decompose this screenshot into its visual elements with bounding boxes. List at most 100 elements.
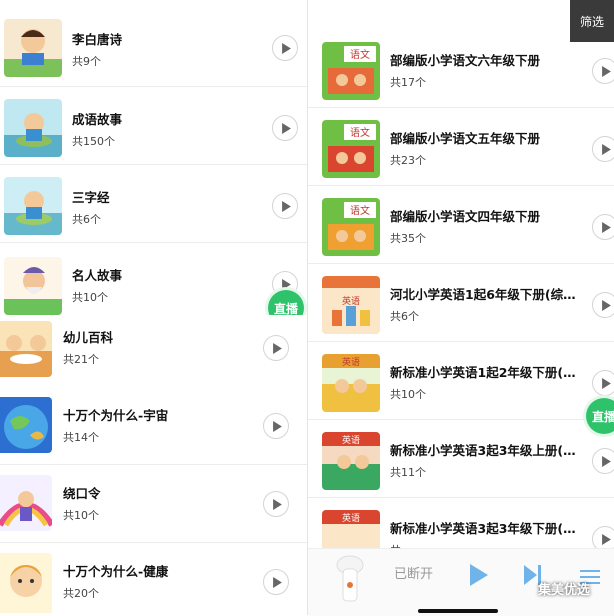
item-count: 共10个: [390, 388, 426, 401]
item-title: 新标准小学英语3起3年级下册(综...: [390, 521, 580, 536]
list-item[interactable]: 李白唐诗 共9个: [0, 9, 307, 87]
item-title: 新标准小学英语1起2年级下册(综...: [390, 365, 580, 380]
english-textbook-thumbnail: 英语: [322, 276, 380, 334]
svg-text:英语: 英语: [342, 356, 360, 368]
boy-reading-book-thumbnail: [4, 19, 62, 77]
item-title: 成语故事: [72, 112, 123, 127]
watermark-label: 集美优选: [538, 583, 591, 598]
play-button[interactable]: [263, 413, 289, 439]
boy-on-rock-thumbnail: [4, 99, 62, 157]
item-count: 共11个: [390, 466, 426, 479]
svg-text:英语: 英语: [342, 512, 360, 524]
list-item[interactable]: 英语 河北小学英语1起6年级下册(综合... 共6个: [308, 264, 614, 342]
item-count: 共23个: [390, 154, 426, 167]
svg-text:英语: 英语: [342, 295, 360, 307]
list-item[interactable]: 三字经 共6个: [0, 165, 307, 243]
item-title: 名人故事: [72, 268, 123, 283]
item-title: 三字经: [72, 190, 110, 205]
top-left-panel: 李白唐诗 共9个 成语故事 共150个 三字经 共6个 名人故事 共10个 直播: [0, 0, 307, 315]
play-icon: [601, 533, 611, 545]
play-icon: [601, 455, 611, 467]
list-item[interactable]: 语文 部编版小学语文六年级下册 共17个: [308, 30, 614, 108]
play-button[interactable]: [592, 448, 614, 474]
girl-rainbow-thumbnail: [0, 475, 52, 531]
item-title: 部编版小学语文六年级下册: [390, 53, 541, 68]
home-indicator: [418, 609, 498, 613]
play-button[interactable]: [272, 193, 298, 219]
list-item[interactable]: 英语 新标准小学英语3起3年级上册(综... 共11个: [308, 420, 614, 498]
item-title: 李白唐诗: [72, 32, 123, 47]
play-button[interactable]: [272, 35, 298, 61]
play-button[interactable]: [592, 214, 614, 240]
list-item[interactable]: 语文 部编版小学语文五年级下册 共23个: [308, 108, 614, 186]
svg-text:语文: 语文: [350, 48, 370, 61]
old-man-thumbnail: [4, 257, 62, 315]
svg-text:语文: 语文: [350, 204, 370, 217]
list-item[interactable]: 十万个为什么-健康 共20个: [0, 543, 307, 615]
item-title: 十万个为什么-健康: [63, 564, 169, 579]
play-button[interactable]: [592, 58, 614, 84]
filter-button[interactable]: 筛选: [570, 0, 614, 42]
item-count: 共14个: [63, 431, 99, 444]
connection-status: 已断开: [394, 567, 434, 582]
play-icon: [281, 42, 291, 54]
item-count: 共10个: [72, 291, 108, 304]
play-icon: [601, 65, 611, 77]
item-count: 共21个: [63, 353, 99, 366]
item-title: 十万个为什么-宇宙: [63, 408, 169, 423]
play-icon: [281, 200, 291, 212]
chinese-textbook-thumbnail: 语文: [322, 120, 380, 178]
play-icon: [272, 498, 282, 510]
svg-text:英语: 英语: [342, 434, 360, 446]
player-play-button[interactable]: [468, 563, 490, 587]
item-title: 幼儿百科: [63, 330, 114, 345]
chinese-textbook-thumbnail: 语文: [322, 198, 380, 256]
list-item[interactable]: 英语 新标准小学英语1起2年级下册(综... 共10个: [308, 342, 614, 420]
play-icon: [601, 299, 611, 311]
play-button[interactable]: [592, 370, 614, 396]
list-item[interactable]: 成语故事 共150个: [0, 87, 307, 165]
play-icon: [470, 564, 488, 586]
girl-face-thumbnail: [0, 553, 52, 613]
play-button[interactable]: [263, 569, 289, 595]
item-count: 共17个: [390, 76, 426, 89]
item-title: 部编版小学语文五年级下册: [390, 131, 541, 146]
item-count: 共9个: [72, 55, 101, 68]
bottom-left-panel: 幼儿百科 共21个 十万个为什么-宇宙 共14个 绕口令 共10个 十万个为什么…: [0, 315, 307, 615]
item-title: 部编版小学语文四年级下册: [390, 209, 541, 224]
play-button[interactable]: [272, 115, 298, 141]
list-item[interactable]: 幼儿百科 共21个: [0, 315, 307, 393]
live-badge[interactable]: 直播: [586, 398, 614, 434]
english-textbook-thumbnail: 英语: [322, 432, 380, 490]
item-count: 共6个: [390, 310, 419, 323]
play-button[interactable]: [592, 292, 614, 318]
item-title: 新标准小学英语3起3年级上册(综...: [390, 443, 580, 458]
item-count: 共150个: [72, 135, 115, 148]
chinese-textbook-thumbnail: 语文: [322, 42, 380, 100]
play-icon: [601, 221, 611, 233]
item-title: 河北小学英语1起6年级下册(综合...: [390, 287, 580, 302]
right-panel: 语文 部编版小学语文六年级下册 共17个 语文 部编版小学语文五年级下册 共23…: [308, 0, 614, 615]
play-icon: [272, 342, 282, 354]
english-textbook-thumbnail: 英语: [322, 354, 380, 412]
play-icon: [601, 143, 611, 155]
play-icon: [281, 122, 291, 134]
list-item[interactable]: 名人故事 共10个: [0, 243, 307, 315]
svg-text:语文: 语文: [350, 126, 370, 139]
play-icon: [272, 420, 282, 432]
earth-cartoon-thumbnail: [0, 397, 52, 453]
item-count: 共6个: [72, 213, 101, 226]
kids-at-table-thumbnail: [0, 321, 52, 377]
item-count: 共35个: [390, 232, 426, 245]
play-button[interactable]: [592, 136, 614, 162]
list-item[interactable]: 语文 部编版小学语文四年级下册 共35个: [308, 186, 614, 264]
list-item[interactable]: 绕口令 共10个: [0, 465, 307, 543]
item-count: 共20个: [63, 587, 99, 600]
player-bar: 已断开 集美优选: [308, 548, 614, 616]
play-button[interactable]: [263, 335, 289, 361]
play-button[interactable]: [263, 491, 289, 517]
item-count: 共10个: [63, 509, 99, 522]
play-icon: [272, 576, 282, 588]
item-title: 绕口令: [63, 486, 101, 501]
list-item[interactable]: 十万个为什么-宇宙 共14个: [0, 387, 307, 465]
